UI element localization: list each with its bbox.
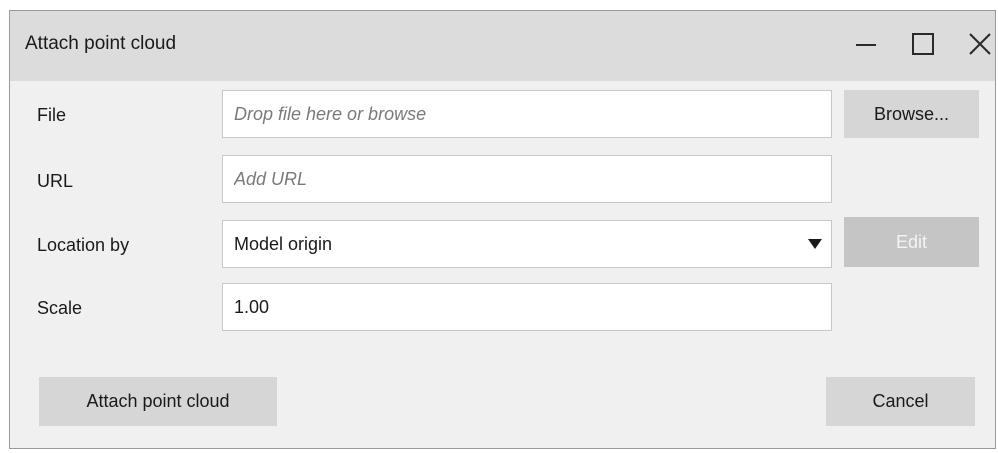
maximize-icon	[912, 33, 934, 55]
minimize-icon	[856, 44, 876, 46]
maximize-button[interactable]	[903, 24, 943, 64]
file-label: File	[37, 105, 67, 125]
scale-input[interactable]	[222, 283, 832, 331]
edit-location-button[interactable]: Edit	[844, 217, 979, 267]
file-input[interactable]	[222, 90, 832, 138]
attach-point-cloud-dialog: Attach point cloud File Browse... URL Lo…	[9, 10, 996, 449]
dialog-title: Attach point cloud	[25, 33, 177, 54]
title-bar: Attach point cloud	[10, 11, 995, 81]
scale-label: Scale	[37, 298, 83, 318]
location-by-select[interactable]: Model origin	[222, 220, 832, 268]
location-by-selected-value: Model origin	[234, 234, 333, 254]
dropdown-arrow-icon	[808, 239, 822, 249]
location-by-label: Location by	[37, 235, 130, 255]
attach-point-cloud-button[interactable]: Attach point cloud	[39, 377, 277, 426]
url-label: URL	[37, 171, 74, 191]
cancel-button[interactable]: Cancel	[826, 377, 975, 426]
browse-button[interactable]: Browse...	[844, 90, 979, 138]
close-icon	[969, 33, 991, 55]
minimize-button[interactable]	[846, 24, 886, 64]
close-button[interactable]	[960, 24, 998, 64]
url-input[interactable]	[222, 155, 832, 203]
